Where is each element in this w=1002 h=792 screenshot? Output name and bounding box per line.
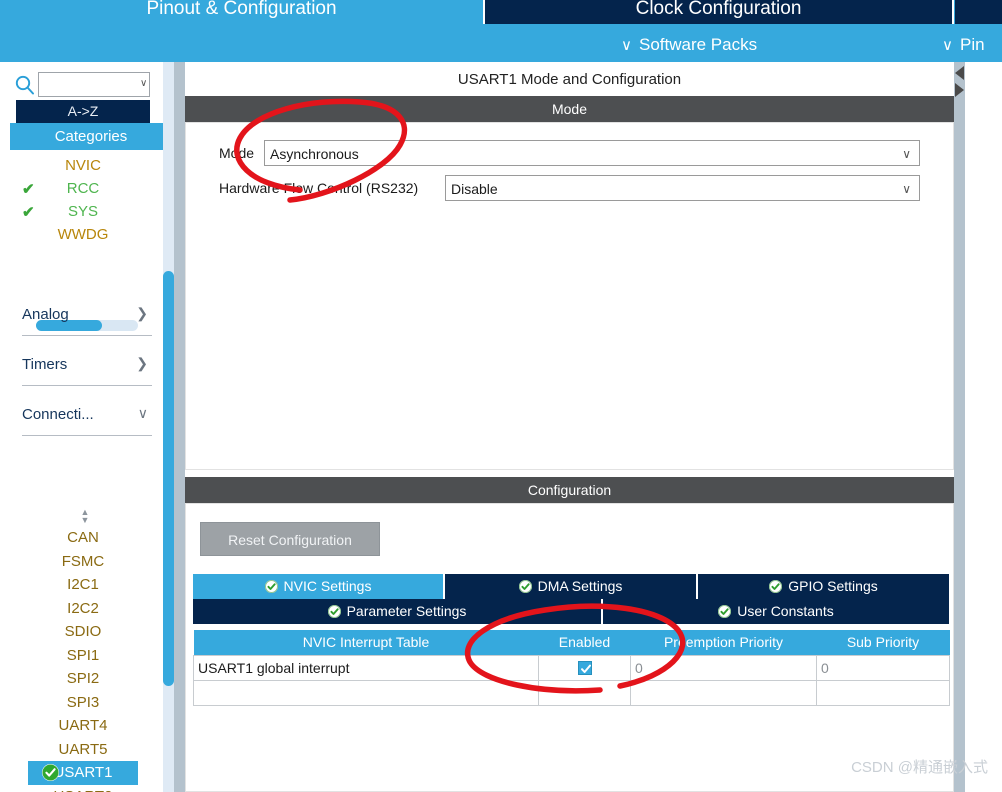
check-circle-icon (264, 580, 278, 593)
config-tabs-row-1: NVIC Settings DMA Settings GPIO Settings (193, 574, 949, 599)
list-item-fsmc[interactable]: FSMC (16, 550, 150, 574)
tab-user-constants[interactable]: User Constants (603, 599, 949, 624)
check-circle-icon (327, 605, 341, 618)
cell-sub-priority[interactable]: 0 (816, 654, 950, 681)
check-icon: ✔ (22, 204, 35, 221)
list-item-i2c2[interactable]: I2C2 (16, 597, 150, 621)
column-header-interrupt-table[interactable]: NVIC Interrupt Table (193, 630, 539, 655)
connectivity-list: CAN FSMC I2C1 I2C2 SDIO SPI1 SPI2 SPI3 U… (16, 526, 150, 792)
column-header-preemption-priority[interactable]: Preemption Priority (630, 630, 817, 655)
peripheral-item-wwdg[interactable]: WWDG (16, 223, 150, 246)
list-item-usart1[interactable]: USART1 (28, 761, 138, 785)
nvic-interrupt-table: NVIC Interrupt Table Enabled Preemption … (193, 630, 950, 706)
search-input[interactable] (38, 72, 150, 97)
list-item-can[interactable]: CAN (16, 526, 150, 550)
tab-divider-right (952, 0, 954, 24)
cell-interrupt-name: USART1 global interrupt (193, 654, 539, 681)
cell-empty (630, 679, 817, 706)
check-circle-icon (718, 605, 732, 618)
configuration-section-header: Configuration (185, 477, 954, 503)
list-item-usart2[interactable]: USART2 (16, 785, 150, 792)
list-item-uart5[interactable]: UART5 (16, 738, 150, 762)
chevron-down-icon: ∨ (902, 147, 911, 161)
check-circle-icon (769, 580, 783, 593)
search-row: ∨ (0, 68, 163, 100)
chevron-right-icon: ❯ (136, 355, 148, 371)
right-splitter[interactable] (954, 62, 965, 792)
hardware-flow-control-select[interactable]: Disable ∨ (445, 175, 920, 201)
config-tabs-row-2: Parameter Settings User Constants (193, 599, 949, 624)
enabled-checkbox[interactable] (577, 660, 592, 675)
cell-empty (538, 679, 631, 706)
cell-empty (193, 679, 539, 706)
category-group-timers[interactable]: Timers ❯ (22, 350, 152, 386)
category-group-connectivity[interactable]: Connecti... ∨ (22, 400, 152, 436)
main-panel: USART1 Mode and Configuration Mode Mode … (185, 62, 954, 792)
left-splitter[interactable] (174, 62, 185, 792)
scroll-up-down-icon[interactable]: ▲ ▼ (78, 508, 92, 525)
column-header-sub-priority[interactable]: Sub Priority (816, 630, 950, 655)
peripheral-item-rcc[interactable]: ✔ RCC (16, 177, 150, 200)
table-row-empty (193, 679, 950, 706)
list-item-spi2[interactable]: SPI2 (16, 667, 150, 691)
chevron-right-icon: ❯ (136, 305, 148, 321)
mode-section-body: Mode Asynchronous ∨ Hardware Flow Contro… (185, 122, 954, 470)
list-item-sdio[interactable]: SDIO (16, 620, 150, 644)
sidebar-vscrollbar-thumb[interactable] (163, 271, 174, 686)
check-circle-icon (42, 764, 59, 781)
mode-section-header: Mode (185, 96, 954, 122)
check-circle-icon (518, 580, 532, 593)
cell-empty (816, 679, 950, 706)
check-icon: ✔ (22, 181, 35, 198)
tab-pinout-configuration[interactable]: Pinout & Configuration (0, 0, 483, 24)
watermark: CSDN @精通嵌入式 (851, 759, 988, 776)
tab-clock-configuration[interactable]: Clock Configuration (485, 0, 952, 24)
sort-az-button[interactable]: A->Z (16, 100, 150, 123)
peripheral-item-nvic[interactable]: NVIC (16, 154, 150, 177)
mode-select[interactable]: Asynchronous ∨ (264, 140, 920, 166)
chevron-down-icon: ∨ (621, 37, 632, 54)
list-item-spi1[interactable]: SPI1 (16, 644, 150, 668)
mode-field-row: Mode Asynchronous ∨ (186, 140, 923, 166)
peripheral-list: NVIC ✔ RCC ✔ SYS WWDG (16, 154, 150, 243)
page-title: USART1 Mode and Configuration (185, 62, 954, 98)
search-icon (14, 74, 36, 96)
reset-configuration-button[interactable]: Reset Configuration (200, 522, 380, 556)
table-row[interactable]: USART1 global interrupt 0 0 (193, 654, 950, 681)
software-packs-menu[interactable]: ∨ Software Packs (621, 32, 757, 58)
category-group-analog[interactable]: Analog ❯ (22, 300, 152, 336)
tab-dma-settings[interactable]: DMA Settings (445, 574, 696, 599)
list-item-uart4[interactable]: UART4 (16, 714, 150, 738)
splitter-collapse-icon[interactable] (952, 64, 967, 100)
tab-parameter-settings[interactable]: Parameter Settings (193, 599, 601, 624)
left-sidebar: ∨ A->Z Categories NVIC ✔ RCC ✔ SYS WWDG … (0, 62, 172, 792)
sub-toolbar (0, 26, 1002, 62)
tab-next-partial[interactable] (955, 0, 1002, 24)
app-window: Pinout & Configuration Clock Configurati… (0, 0, 1002, 792)
chevron-down-icon: ∨ (137, 405, 148, 421)
hardware-flow-control-row: Hardware Flow Control (RS232) Disable ∨ (186, 175, 923, 201)
top-banner: Pinout & Configuration Clock Configurati… (0, 0, 1002, 62)
cell-enabled[interactable] (538, 654, 631, 681)
peripheral-item-sys[interactable]: ✔ SYS (16, 200, 150, 223)
chevron-down-icon: ∨ (902, 182, 911, 196)
cell-preemption-priority[interactable]: 0 (630, 654, 817, 681)
table-header-row: NVIC Interrupt Table Enabled Preemption … (193, 630, 950, 655)
tab-gpio-settings[interactable]: GPIO Settings (698, 574, 949, 599)
configuration-section-body: Reset Configuration NVIC Settings DMA Se… (185, 503, 954, 792)
list-item-i2c1[interactable]: I2C1 (16, 573, 150, 597)
pin-menu[interactable]: ∨ Pin (942, 32, 985, 58)
column-header-enabled[interactable]: Enabled (538, 630, 631, 655)
list-item-spi3[interactable]: SPI3 (16, 691, 150, 715)
categories-button[interactable]: Categories (10, 123, 172, 150)
chevron-down-icon: ∨ (942, 37, 953, 54)
tab-nvic-settings[interactable]: NVIC Settings (193, 574, 443, 599)
